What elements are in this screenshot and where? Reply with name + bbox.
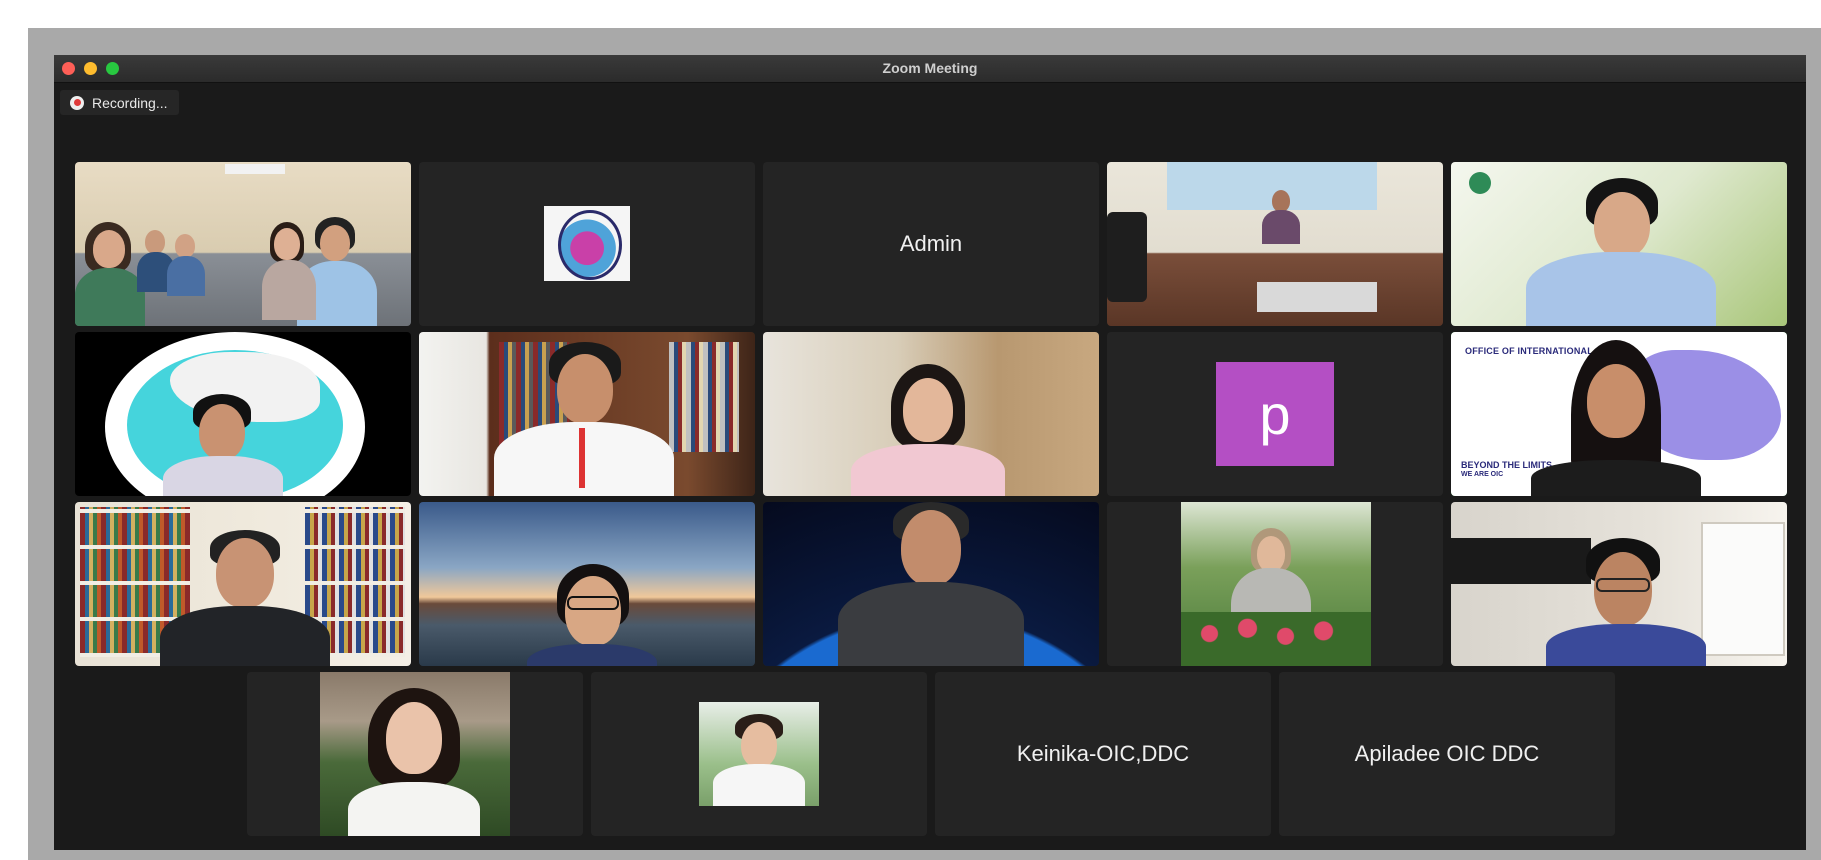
avatar: p — [1216, 362, 1334, 466]
organization-logo — [544, 206, 630, 281]
video-tile-lake-background[interactable] — [419, 502, 755, 666]
profile-photo — [320, 672, 510, 836]
record-icon — [70, 95, 84, 110]
video-tile-logo[interactable] — [419, 162, 755, 326]
video-tile-group-room[interactable] — [75, 162, 411, 326]
zoom-meeting-window: Zoom Meeting Recording... Admin p OFFICE… — [54, 55, 1806, 850]
profile-photo — [1181, 502, 1371, 666]
video-tile-green-background[interactable] — [1451, 162, 1787, 326]
window-title: Zoom Meeting — [882, 60, 978, 76]
video-feed — [75, 332, 411, 496]
participant-name: Keinika-OIC,DDC — [1016, 741, 1190, 766]
background-tagline: BEYOND THE LIMITS — [1461, 460, 1553, 470]
video-tile-active-speaker[interactable]: OFFICE OF INTERNATIONAL C BEYOND THE LIM… — [1451, 332, 1787, 496]
recording-indicator[interactable]: Recording... — [60, 90, 180, 115]
video-tile-pheoc[interactable] — [1107, 162, 1443, 326]
photo-tile-woman-portrait[interactable] — [247, 672, 583, 836]
video-feed — [1451, 502, 1787, 666]
video-feed — [1451, 162, 1787, 326]
photo-tile-roses[interactable] — [1107, 502, 1443, 666]
video-tile-blurred-room[interactable] — [763, 332, 1099, 496]
video-feed — [419, 332, 755, 496]
video-tile-home-library[interactable] — [75, 502, 411, 666]
video-feed — [1107, 162, 1443, 326]
profile-photo — [699, 702, 819, 806]
video-tile-home-window[interactable] — [1451, 502, 1787, 666]
participant-name: Apiladee OIC DDC — [1354, 741, 1540, 766]
participant-tile-admin[interactable]: Admin — [763, 162, 1099, 326]
video-feed: OFFICE OF INTERNATIONAL C BEYOND THE LIM… — [1451, 332, 1787, 496]
video-tile-bookshelf-office[interactable] — [419, 332, 755, 496]
participant-tile-keinika[interactable]: Keinika-OIC,DDC — [935, 672, 1271, 836]
video-feed — [763, 502, 1099, 666]
video-feed — [763, 332, 1099, 496]
wall-art — [1451, 538, 1591, 584]
participant-tile-apiladee[interactable]: Apiladee OIC DDC — [1279, 672, 1615, 836]
video-tile-map-logo[interactable] — [75, 332, 411, 496]
logo-icon — [1469, 172, 1491, 194]
video-feed — [75, 502, 411, 666]
participant-name: Admin — [899, 231, 963, 256]
video-feed — [419, 502, 755, 666]
photo-tile-young-man[interactable] — [591, 672, 927, 836]
background-subtagline: WE ARE OIC — [1461, 471, 1504, 478]
background-heading: OFFICE OF INTERNATIONAL C — [1465, 346, 1603, 356]
participant-tile-p[interactable]: p — [1107, 332, 1443, 496]
title-bar: Zoom Meeting — [54, 55, 1806, 83]
video-feed — [75, 162, 411, 326]
video-tile-earth-background[interactable] — [763, 502, 1099, 666]
recording-label: Recording... — [92, 94, 168, 111]
